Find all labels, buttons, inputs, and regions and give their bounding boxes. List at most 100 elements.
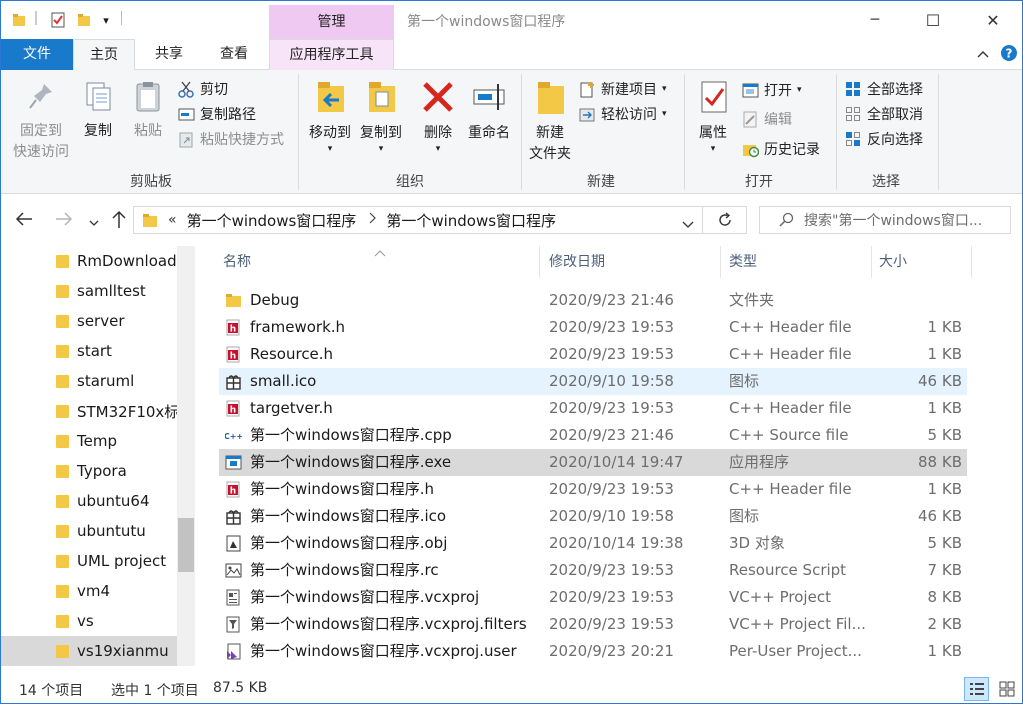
- tab-share[interactable]: 共享: [141, 39, 197, 70]
- sidebar-item[interactable]: RmDownload: [1, 246, 177, 276]
- help-icon[interactable]: ?: [1000, 44, 1018, 62]
- large-icons-view-button[interactable]: [995, 677, 1019, 701]
- invert-selection-button[interactable]: 反向选择: [845, 128, 923, 150]
- sidebar-item[interactable]: samlltest: [1, 276, 177, 306]
- copy-button[interactable]: 复制: [79, 80, 117, 142]
- column-header-type[interactable]: 类型: [721, 246, 871, 278]
- properties-quick-icon[interactable]: [49, 11, 67, 29]
- folder-icon: [56, 645, 69, 658]
- close-button[interactable]: ✕: [970, 1, 1016, 39]
- breadcrumb-separator-icon[interactable]: [368, 212, 377, 228]
- tab-view[interactable]: 查看: [205, 39, 263, 70]
- navigation-bar: « 第一个windows窗口程序 第一个windows窗口程序 搜索"第一个wi…: [1, 194, 1022, 246]
- search-box[interactable]: 搜索"第一个windows窗口...: [759, 206, 1011, 234]
- new-item-icon: [580, 81, 594, 97]
- sidebar-item[interactable]: STM32F10x标: [1, 396, 179, 426]
- copy-path-button[interactable]: 复制路径: [178, 103, 256, 125]
- customize-quick-access-icon[interactable]: ▾: [99, 11, 113, 29]
- minimize-button[interactable]: ─: [852, 1, 898, 39]
- sidebar-item[interactable]: server: [1, 306, 177, 336]
- copy-to-dropdown-icon: ▾: [378, 144, 384, 154]
- contextual-tab-manage[interactable]: 管理: [269, 5, 394, 39]
- open-button[interactable]: 打开 ▾: [742, 79, 802, 101]
- paste-button[interactable]: 粘贴: [129, 80, 167, 142]
- file-row[interactable]: C++ 第一个windows窗口程序.cpp 2020/9/23 21:46 C++ …: [219, 422, 967, 449]
- forward-arrow-icon[interactable]: [55, 211, 73, 231]
- history-button[interactable]: 历史记录: [742, 138, 820, 160]
- file-row[interactable]: h 第一个windows窗口程序.h 2020/9/23 19:53 C++ Head…: [219, 476, 967, 503]
- sidebar-item[interactable]: Temp: [1, 426, 177, 456]
- tab-application-tools[interactable]: 应用程序工具: [269, 39, 394, 71]
- new-folder-quick-icon[interactable]: [75, 11, 93, 29]
- paste-shortcut-button[interactable]: 粘贴快捷方式: [178, 128, 284, 150]
- file-row[interactable]: 第一个windows窗口程序.rc 2020/9/23 19:53 Resource…: [219, 557, 967, 584]
- sidebar-item-label: Typora: [77, 462, 127, 480]
- edit-button[interactable]: 编辑: [742, 108, 792, 130]
- overflow-chevron[interactable]: «: [168, 212, 177, 228]
- minimize-icon: ─: [870, 12, 880, 28]
- details-view-button[interactable]: [964, 677, 989, 701]
- properties-button[interactable]: 属性 ▾: [691, 78, 735, 154]
- column-separator[interactable]: [539, 246, 540, 278]
- column-separator[interactable]: [971, 246, 972, 278]
- copy-to-button[interactable]: 复制到 ▾: [356, 78, 406, 154]
- rename-button[interactable]: 重命名: [464, 78, 514, 144]
- folder-icon: [56, 375, 69, 388]
- back-arrow-icon[interactable]: [15, 211, 33, 231]
- file-row[interactable]: 第一个windows窗口程序.obj 2020/10/14 19:38 3D 对象 5…: [219, 530, 967, 557]
- new-folder-button[interactable]: 新建 文件夹: [525, 78, 575, 164]
- column-header-date[interactable]: 修改日期: [541, 246, 719, 278]
- tab-file[interactable]: 文件: [1, 39, 73, 70]
- nav-scrollbar-thumb[interactable]: [178, 518, 194, 572]
- search-input[interactable]: 搜索"第一个windows窗口...: [804, 210, 982, 230]
- refresh-button[interactable]: [703, 206, 747, 234]
- file-row[interactable]: 第一个windows窗口程序.exe 2020/10/14 19:47 应用程序 88…: [219, 449, 967, 476]
- nav-scrollbar[interactable]: [177, 246, 195, 666]
- sidebar-item[interactable]: UML project: [1, 546, 177, 576]
- file-row[interactable]: h framework.h 2020/9/23 19:53 C++ Header fi…: [219, 314, 967, 341]
- select-none-button[interactable]: 全部取消: [845, 103, 923, 125]
- file-row[interactable]: Debug 2020/9/23 21:46 文件夹: [219, 287, 967, 314]
- collapse-ribbon-icon[interactable]: [974, 45, 992, 63]
- sidebar-item[interactable]: vs19xianmu: [1, 636, 177, 666]
- selection-size: 87.5 KB: [213, 680, 268, 696]
- file-size: [879, 287, 962, 314]
- sidebar-item[interactable]: vm4: [1, 576, 177, 606]
- select-all-button[interactable]: 全部选择: [845, 78, 923, 100]
- address-dropdown-icon[interactable]: [682, 217, 694, 233]
- up-arrow-icon[interactable]: [111, 209, 127, 233]
- sidebar-item[interactable]: start: [1, 336, 177, 366]
- file-size: 1 KB: [927, 399, 962, 417]
- move-to-button[interactable]: 移动到 ▾: [305, 78, 355, 154]
- sidebar-item[interactable]: ubuntu64: [1, 486, 177, 516]
- maximize-button[interactable]: ☐: [910, 1, 956, 39]
- delete-button[interactable]: 删除 ▾: [419, 78, 457, 154]
- sidebar-item[interactable]: vs: [1, 606, 177, 636]
- breadcrumb-item[interactable]: 第一个windows窗口程序: [386, 210, 556, 231]
- sidebar-item[interactable]: Typora: [1, 456, 177, 486]
- breadcrumb-item[interactable]: 第一个windows窗口程序: [187, 210, 357, 231]
- easy-access-button[interactable]: 轻松访问 ▾: [579, 103, 667, 125]
- tab-home[interactable]: 主页: [73, 39, 135, 71]
- column-header-size[interactable]: 大小: [871, 246, 971, 278]
- separator: [121, 11, 122, 25]
- sidebar-item[interactable]: ubuntutu: [1, 516, 177, 546]
- sidebar-item[interactable]: staruml: [1, 366, 177, 396]
- file-row[interactable]: h Resource.h 2020/9/23 19:53 C++ Header fil…: [219, 341, 967, 368]
- group-separator: [521, 74, 522, 190]
- new-item-button[interactable]: 新建项目 ▾: [579, 78, 667, 100]
- file-row[interactable]: 第一个windows窗口程序.vcxproj.user 2020/9/23 20:…: [219, 638, 967, 665]
- file-row[interactable]: 第一个windows窗口程序.ico 2020/9/10 19:58 图标 46 KB: [219, 503, 967, 530]
- search-icon: [778, 212, 794, 232]
- file-row[interactable]: small.ico 2020/9/10 19:58 图标 46 KB: [219, 368, 967, 395]
- navigation-pane: RmDownload samlltest server start staruml STM…: [1, 246, 197, 666]
- cut-button[interactable]: 剪切: [178, 78, 228, 100]
- file-row[interactable]: h targetver.h 2020/9/23 19:53 C++ Header fi…: [219, 395, 967, 422]
- svg-text:h: h: [230, 352, 236, 362]
- recent-locations-chevron-icon[interactable]: [89, 215, 99, 231]
- group-separator: [298, 74, 299, 190]
- file-row[interactable]: 第一个windows窗口程序.vcxproj 2020/9/23 19:53 VC+…: [219, 584, 967, 611]
- address-bar[interactable]: « 第一个windows窗口程序 第一个windows窗口程序: [133, 206, 703, 234]
- file-row[interactable]: 第一个windows窗口程序.vcxproj.filters 2020/9/23 …: [219, 611, 967, 638]
- pin-to-quick-access-button[interactable]: 固定到 快速访问: [9, 80, 73, 162]
